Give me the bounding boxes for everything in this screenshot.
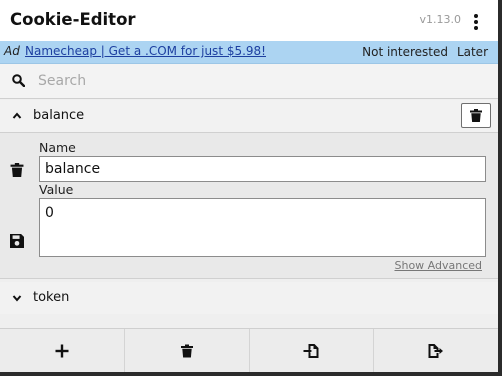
name-label: Name (39, 140, 76, 155)
ad-label: Ad (4, 44, 20, 58)
footer-toolbar (0, 328, 498, 372)
app-title: Cookie-Editor (10, 10, 136, 29)
search-bar (0, 64, 498, 99)
cookie-name: token (33, 290, 70, 305)
export-icon (428, 343, 444, 358)
import-button[interactable] (250, 329, 375, 372)
version-label: v1.13.0 (419, 13, 462, 26)
plus-icon (55, 344, 69, 357)
delete-cookie-button[interactable] (461, 103, 491, 128)
cookie-editor-popup: Cookie-Editor v1.13.0 Ad Namecheap | Get… (0, 0, 498, 372)
trash-icon (470, 109, 482, 122)
cookie-row-balance[interactable]: balance (0, 100, 498, 132)
export-button[interactable] (374, 329, 498, 372)
ad-link[interactable]: Namecheap | Get a .COM for just $5.98! (25, 44, 266, 58)
add-cookie-button[interactable] (0, 329, 125, 372)
delete-all-button[interactable] (125, 329, 250, 372)
chevron-down-icon[interactable] (12, 293, 22, 303)
more-options-icon[interactable] (473, 13, 479, 31)
cookie-details-balance: Name Value 0 Show Advanced (0, 132, 498, 279)
search-icon (12, 74, 25, 87)
import-icon (303, 343, 319, 358)
cookie-row-token[interactable]: token (0, 282, 498, 314)
value-label: Value (39, 182, 74, 197)
search-input[interactable] (34, 68, 484, 94)
save-icon[interactable] (10, 234, 24, 248)
delete-icon[interactable] (10, 163, 24, 177)
cookie-value-field[interactable]: 0 (39, 198, 486, 257)
later-button[interactable]: Later (457, 45, 488, 59)
chevron-up-icon[interactable] (12, 111, 22, 121)
cookie-name: balance (33, 108, 85, 123)
cookie-name-field[interactable] (39, 156, 486, 182)
show-advanced-link[interactable]: Show Advanced (394, 259, 482, 272)
trash-icon (180, 344, 193, 357)
ad-banner: Ad Namecheap | Get a .COM for just $5.98… (0, 41, 498, 64)
header: Cookie-Editor v1.13.0 (0, 0, 498, 41)
not-interested-button[interactable]: Not interested (362, 45, 448, 59)
